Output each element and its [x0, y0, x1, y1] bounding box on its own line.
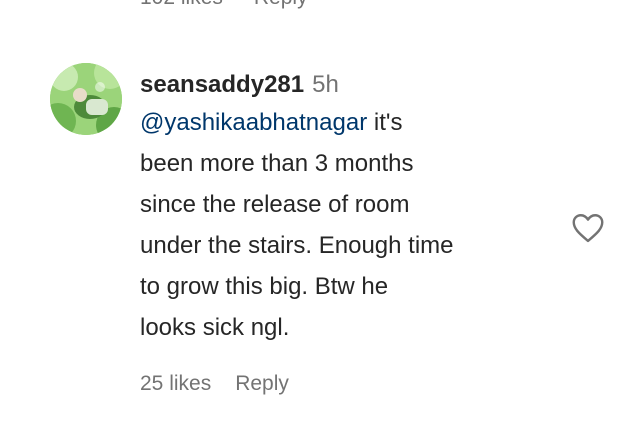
avatar-image — [50, 63, 122, 135]
comment-timestamp[interactable]: 5h — [312, 71, 339, 98]
like-button[interactable] — [569, 210, 607, 246]
comment-line: looks sick ngl. — [140, 314, 290, 341]
heart-outline-icon — [572, 214, 604, 243]
comment-line: since the release of room — [140, 191, 410, 218]
comment-content: seansaddy281 5h @yashikaabhatnagar it's b… — [140, 68, 560, 348]
mention-link[interactable]: @yashikaabhatnagar — [140, 109, 367, 136]
comment-text: @yashikaabhatnagar it's been more than 3… — [140, 102, 560, 348]
reply-button[interactable]: Reply — [235, 372, 289, 395]
comment-line: under the stairs. Enough time — [140, 232, 454, 259]
comment-line: to grow this big. Btw he — [140, 273, 389, 300]
comment-line: been more than 3 months — [140, 150, 414, 177]
username-link[interactable]: seansaddy281 — [140, 71, 304, 98]
likes-count[interactable]: 25 likes — [140, 372, 211, 395]
comment-line: it's — [367, 109, 403, 136]
comment-header: seansaddy281 5h — [140, 68, 560, 102]
comment-footer: 25 likes Reply — [140, 372, 289, 396]
comment: seansaddy281 5h @yashikaabhatnagar it's b… — [0, 0, 634, 429]
profile-avatar[interactable] — [50, 63, 122, 135]
